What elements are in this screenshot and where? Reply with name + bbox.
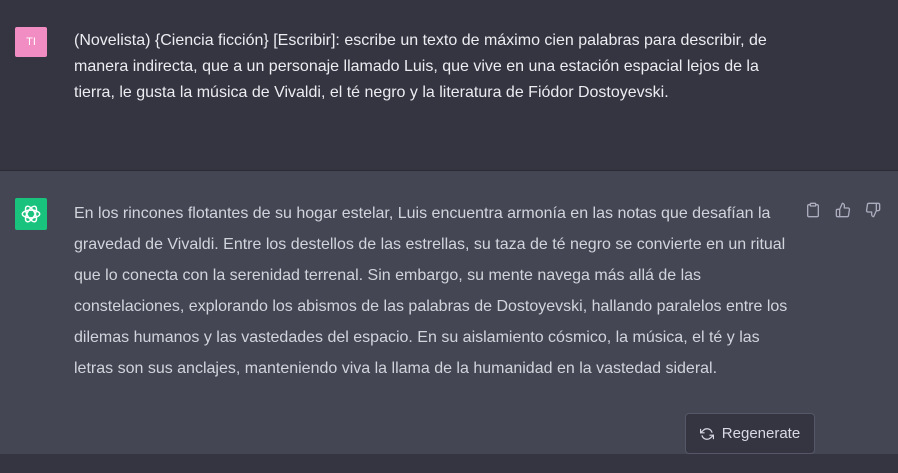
regenerate-button[interactable]: Regenerate	[685, 413, 815, 454]
bottom-bar	[0, 454, 898, 473]
clipboard-icon	[807, 202, 819, 218]
openai-logo-icon	[21, 205, 41, 223]
user-message-row: TI (Novelista) {Ciencia ficción} [Escrib…	[0, 0, 898, 171]
thumbs-up-button[interactable]	[833, 200, 853, 220]
user-avatar-initials: TI	[26, 36, 36, 48]
user-avatar: TI	[15, 27, 47, 57]
thumbs-down-button[interactable]	[863, 200, 883, 220]
assistant-message-row: En los rincones flotantes de su hogar es…	[0, 171, 898, 454]
refresh-icon	[699, 427, 714, 440]
assistant-avatar	[15, 198, 47, 230]
message-actions	[803, 200, 883, 220]
thumbs-down-icon	[865, 202, 881, 218]
thumbs-up-icon	[835, 202, 851, 218]
assistant-message-text: En los rincones flotantes de su hogar es…	[74, 205, 788, 377]
copy-button[interactable]	[803, 200, 823, 220]
user-message-text: (Novelista) {Ciencia ficción} [Escribir]…	[74, 32, 767, 101]
regenerate-label: Regenerate	[721, 425, 801, 442]
